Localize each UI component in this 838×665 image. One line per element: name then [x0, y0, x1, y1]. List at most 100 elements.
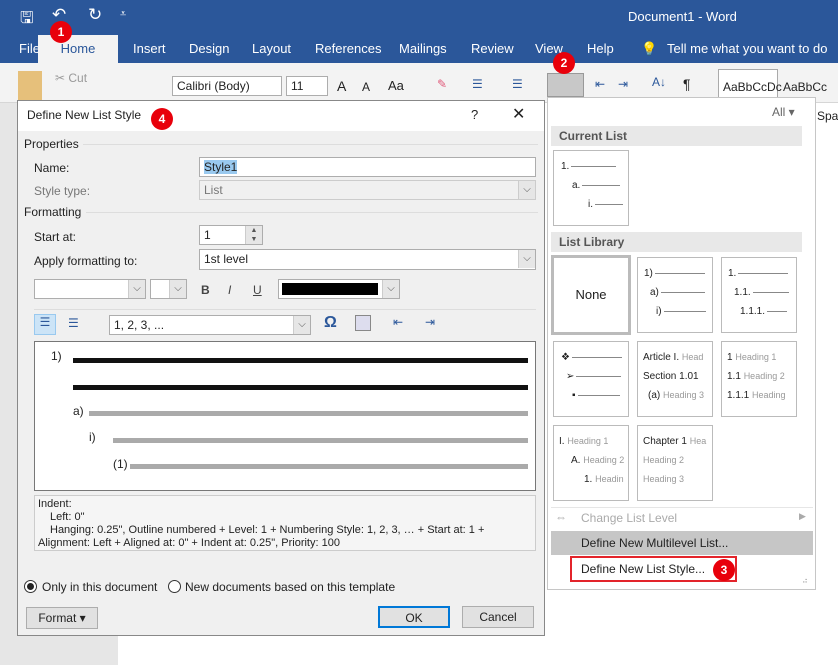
ribbon-tabs: File Home Insert Design Layout Reference…: [0, 35, 838, 63]
decrease-indent-icon[interactable]: ⇤: [595, 77, 605, 91]
change-case-icon[interactable]: Aa: [388, 78, 404, 93]
start-at-label: Start at:: [34, 230, 77, 244]
style-description: Indent: Left: 0" Hanging: 0.25", Outline…: [34, 495, 536, 551]
font-size-value: 11: [291, 79, 304, 93]
thumb-label: 1): [644, 268, 653, 279]
format-button[interactable]: Format ▾: [26, 607, 98, 629]
font-size-select[interactable]: 11: [286, 76, 328, 96]
thumb-label: Heading 1: [735, 352, 777, 362]
list-library-bullets[interactable]: ❖ ➢ ▪: [553, 341, 629, 417]
chevron-down-icon: ⌵: [169, 280, 186, 298]
increase-indent-icon[interactable]: ⇥: [618, 77, 628, 91]
numbering-style-select[interactable]: 1, 2, 3, ... ⌵: [109, 315, 311, 335]
start-at-stepper[interactable]: 1 ▲ ▼: [199, 225, 263, 245]
title-bar: 🖫 ↶ ↻ ⩡ Document1 - Word: [0, 0, 838, 35]
list-library-item[interactable]: 1. 1.1. 1.1.1.: [721, 257, 797, 333]
spin-arrows-icon[interactable]: ▲ ▼: [245, 226, 262, 244]
font-name-select[interactable]: Calibri (Body): [172, 76, 282, 96]
thumb-label: a.: [572, 180, 581, 191]
sort-icon[interactable]: A↓: [652, 75, 666, 89]
font-color-swatch: [282, 283, 378, 295]
grow-font-icon[interactable]: A: [337, 78, 346, 94]
thumb-label: Heading 3: [663, 390, 705, 400]
only-this-document-radio[interactable]: [24, 580, 37, 593]
menu-change-list-level[interactable]: ⇔ Change List Level ▶: [551, 506, 813, 530]
bulleted-list-icon[interactable]: ☰: [68, 316, 79, 330]
save-icon[interactable]: 🖫: [20, 7, 34, 34]
numbered-list-icon[interactable]: ☰: [34, 314, 56, 335]
tab-home[interactable]: Home: [38, 35, 118, 63]
shrink-font-icon[interactable]: A: [362, 80, 370, 94]
insert-symbol-button[interactable]: Ω: [324, 314, 337, 332]
tab-layout[interactable]: Layout: [252, 41, 291, 56]
bullets-icon[interactable]: ☰: [472, 77, 483, 91]
filter-select[interactable]: All ▾: [772, 105, 795, 119]
tab-mailings[interactable]: Mailings: [399, 41, 447, 56]
new-documents-radio[interactable]: [168, 580, 181, 593]
menu-label: Change List Level: [581, 511, 678, 525]
cancel-button[interactable]: Cancel: [462, 606, 534, 628]
list-library-item[interactable]: Article I. Head Section 1.01 (a) Heading…: [637, 341, 713, 417]
clear-formatting-icon[interactable]: ✎: [437, 77, 447, 91]
cut-button[interactable]: ✂ Cut: [55, 71, 87, 85]
define-new-list-style-dialog: Define New List Style 4 ? ✕ Properties N…: [17, 100, 545, 636]
underline-button[interactable]: U: [253, 283, 262, 297]
description-line: Indent:: [38, 498, 72, 510]
multilevel-list-button[interactable]: [547, 73, 584, 97]
font-select[interactable]: ⌵: [34, 279, 146, 299]
thumb-label: i.: [588, 199, 593, 210]
preview-level-3: i): [89, 430, 96, 444]
help-button[interactable]: ?: [471, 107, 478, 122]
style-type-select[interactable]: List ⌵: [199, 180, 536, 200]
preview-level-2: a): [73, 404, 84, 418]
close-icon[interactable]: ✕: [512, 104, 525, 124]
thumb-label: Heading 2: [583, 455, 625, 465]
menu-define-new-list-style[interactable]: Define New List Style...: [570, 556, 737, 582]
apply-formatting-select[interactable]: 1st level ⌵: [199, 249, 536, 270]
step-badge-1: 1: [50, 21, 72, 43]
thumb-label: 1: [727, 352, 733, 363]
dialog-title-bar: Define New List Style 4 ? ✕: [18, 101, 544, 131]
tab-file[interactable]: File: [19, 41, 40, 56]
tab-help[interactable]: Help: [587, 41, 614, 56]
decrease-indent-icon[interactable]: ⇤: [393, 315, 403, 329]
style-no-spacing[interactable]: AaBbCc: [783, 80, 827, 94]
chevron-down-icon: ⌵: [293, 316, 310, 334]
current-list-thumb[interactable]: 1. a. i.: [553, 150, 629, 226]
list-none[interactable]: None: [551, 255, 631, 335]
list-library-item[interactable]: 1 Heading 1 1.1 Heading 2 1.1.1 Heading: [721, 341, 797, 417]
menu-define-multilevel-list[interactable]: Define New Multilevel List...: [551, 531, 813, 555]
tab-references[interactable]: References: [315, 41, 381, 56]
name-label: Name:: [34, 161, 70, 175]
only-this-document-label: Only in this document: [42, 580, 158, 594]
list-library-item[interactable]: 1) a) i): [637, 257, 713, 333]
style-type-value: List: [204, 183, 223, 197]
customize-toolbar-icon[interactable]: ⩡: [120, 8, 126, 21]
paste-icon[interactable]: [18, 71, 42, 101]
apply-formatting-value: 1st level: [204, 252, 249, 266]
ok-button[interactable]: OK: [378, 606, 450, 628]
list-library-item[interactable]: I. Heading 1 A. Heading 2 1. Headin: [553, 425, 629, 501]
resize-grip-icon[interactable]: ⠴: [802, 576, 808, 585]
increase-indent-icon[interactable]: ⇥: [425, 315, 435, 329]
name-input[interactable]: Style1: [199, 157, 536, 177]
numbering-icon[interactable]: ☰: [512, 77, 523, 91]
tell-me-search[interactable]: Tell me what you want to do: [667, 41, 827, 56]
style-spacing-label[interactable]: Spa: [817, 109, 838, 123]
chevron-down-icon: ⌵: [518, 250, 535, 268]
formatting-heading: Formatting: [24, 205, 82, 219]
thumb-label: Heading 2: [743, 371, 785, 381]
tab-design[interactable]: Design: [189, 41, 229, 56]
thumb-label: i): [656, 306, 662, 317]
size-select[interactable]: ⌵: [150, 279, 187, 299]
tab-insert[interactable]: Insert: [133, 41, 166, 56]
list-library-item[interactable]: Chapter 1 Hea Heading 2 Heading 3: [637, 425, 713, 501]
italic-button[interactable]: I: [228, 283, 231, 297]
picture-bullet-icon[interactable]: [355, 315, 371, 331]
redo-icon[interactable]: ↻: [88, 5, 102, 25]
tab-review[interactable]: Review: [471, 41, 514, 56]
bold-button[interactable]: B: [201, 283, 210, 297]
font-color-select[interactable]: ⌵: [278, 279, 400, 299]
chevron-down-icon: ⌵: [518, 181, 535, 199]
show-marks-icon[interactable]: ¶: [683, 76, 691, 92]
